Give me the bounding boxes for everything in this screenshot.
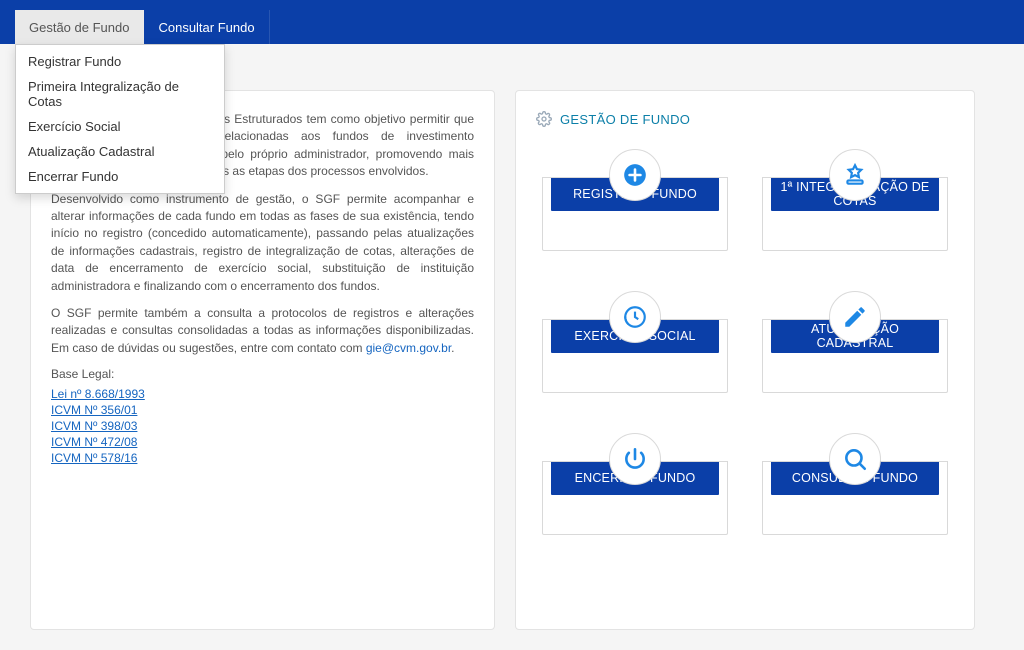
tile-encerrar-fundo: ENCERRAR FUNDO	[542, 433, 728, 535]
actions-card: GESTÃO DE FUNDO REGISTRAR FUNDO	[515, 90, 975, 630]
nav-item-label: Gestão de Fundo	[29, 20, 129, 35]
dropdown-atualizacao-cadastral[interactable]: Atualização Cadastral	[16, 139, 224, 164]
legal-link[interactable]: ICVM Nº 398/03	[51, 419, 474, 433]
tile-frame: CONSULTAR FUNDO	[762, 461, 948, 535]
tile-atualizacao-cadastral: ATUALIZAÇÃO CADASTRAL	[762, 291, 948, 393]
nav-gestao-fundo[interactable]: Gestão de Fundo	[15, 10, 144, 44]
legal-link[interactable]: Lei nº 8.668/1993	[51, 387, 474, 401]
legal-link[interactable]: ICVM Nº 356/01	[51, 403, 474, 417]
nav-consultar-fundo[interactable]: Consultar Fundo	[144, 10, 269, 44]
legal-link[interactable]: ICVM Nº 578/16	[51, 451, 474, 465]
section-title: GESTÃO DE FUNDO	[560, 112, 690, 127]
contact-email-link[interactable]: gie@cvm.gov.br	[366, 341, 451, 355]
tile-frame: ENCERRAR FUNDO	[542, 461, 728, 535]
base-legal-label: Base Legal:	[51, 367, 474, 381]
tile-frame: REGISTRAR FUNDO	[542, 177, 728, 251]
intro-paragraph-3: O SGF permite também a consulta a protoc…	[51, 305, 474, 357]
intro-paragraph-3-tail: .	[451, 341, 454, 355]
top-banner	[0, 0, 1024, 10]
nav-item-label: Consultar Fundo	[158, 20, 254, 35]
clock-history-icon	[609, 291, 661, 343]
main-navbar: Gestão de Fundo Consultar Fundo	[0, 10, 1024, 44]
tile-frame: ATUALIZAÇÃO CADASTRAL	[762, 319, 948, 393]
section-header: GESTÃO DE FUNDO	[536, 111, 954, 127]
legal-links-list: Lei nº 8.668/1993 ICVM Nº 356/01 ICVM Nº…	[51, 387, 474, 465]
tile-grid: REGISTRAR FUNDO 1ª INTEGRALIZAÇÃO DE COT…	[536, 149, 954, 535]
dropdown-exercicio-social[interactable]: Exercício Social	[16, 114, 224, 139]
tile-frame: 1ª INTEGRALIZAÇÃO DE COTAS	[762, 177, 948, 251]
stamp-icon	[829, 149, 881, 201]
pencil-icon	[829, 291, 881, 343]
legal-link[interactable]: ICVM Nº 472/08	[51, 435, 474, 449]
tile-consultar-fundo: CONSULTAR FUNDO	[762, 433, 948, 535]
tile-integralizacao-cotas: 1ª INTEGRALIZAÇÃO DE COTAS	[762, 149, 948, 251]
tile-exercicio-social: EXERCÍCIO SOCIAL	[542, 291, 728, 393]
search-icon	[829, 433, 881, 485]
intro-paragraph-2: Desenvolvido como instrumento de gestão,…	[51, 191, 474, 295]
dropdown-encerrar-fundo[interactable]: Encerrar Fundo	[16, 164, 224, 189]
power-icon	[609, 433, 661, 485]
dropdown-primeira-integralizacao[interactable]: Primeira Integralização de Cotas	[16, 74, 224, 114]
gear-icon	[536, 111, 552, 127]
dropdown-registrar-fundo[interactable]: Registrar Fundo	[16, 49, 224, 74]
plus-circle-icon	[609, 149, 661, 201]
tile-frame: EXERCÍCIO SOCIAL	[542, 319, 728, 393]
gestao-fundo-dropdown: Registrar Fundo Primeira Integralização …	[15, 44, 225, 194]
tile-registrar-fundo: REGISTRAR FUNDO	[542, 149, 728, 251]
